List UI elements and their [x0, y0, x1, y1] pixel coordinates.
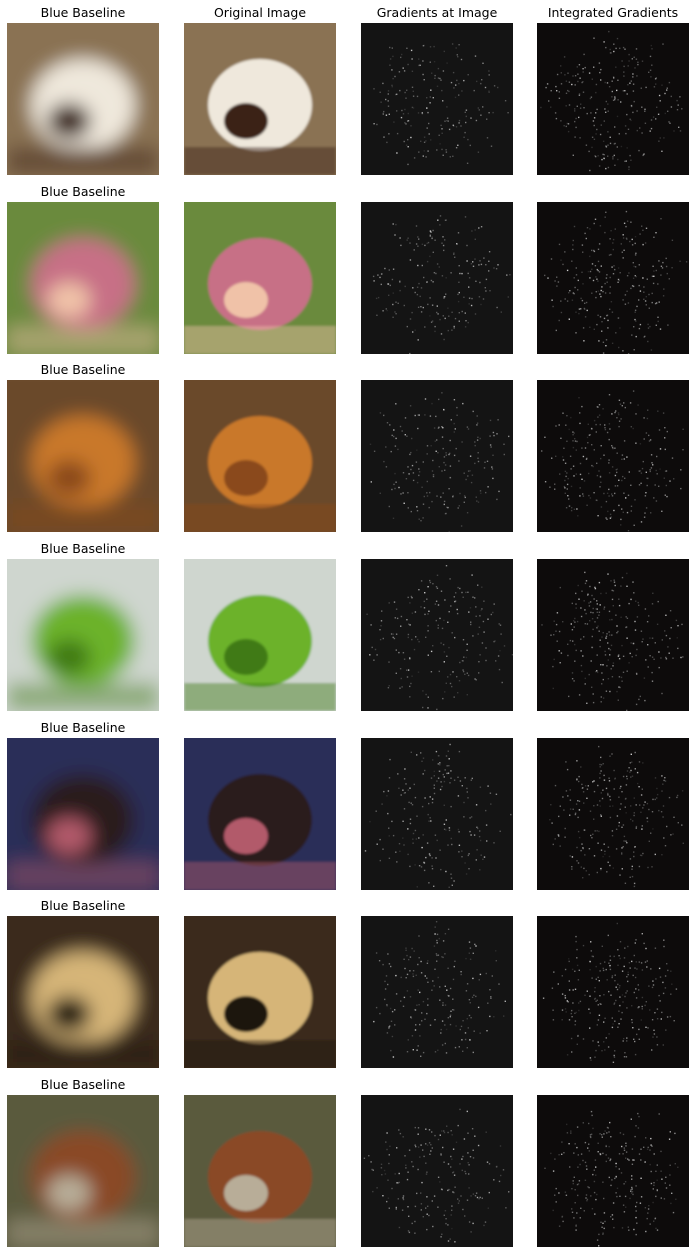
green-apple-gradients-panel — [361, 559, 513, 711]
row-title-blue-baseline-7: Blue Baseline — [40, 1077, 126, 1092]
mushroom-gradients-panel — [361, 1095, 513, 1247]
french-bulldog-original-panel — [184, 738, 336, 890]
boys-at-table-blur-panel — [7, 380, 159, 532]
french-bulldog-blur-panel — [7, 738, 159, 890]
girl-in-bonnet-gradients-panel — [361, 202, 513, 354]
bedroom-blur-panel — [7, 23, 159, 175]
girl-in-bonnet-original-panel — [184, 202, 336, 354]
bedroom-original-panel — [184, 23, 336, 175]
french-bulldog-integrated-panel — [537, 738, 689, 890]
tank-original-panel — [184, 916, 336, 1068]
tank-blur-panel — [7, 916, 159, 1068]
girl-in-bonnet-blur-panel — [7, 202, 159, 354]
green-apple-original-panel — [184, 559, 336, 711]
column-title-original-image: Original Image — [213, 5, 307, 20]
column-title-blue-baseline: Blue Baseline — [40, 5, 126, 20]
column-title-integrated-gradients: Integrated Gradients — [547, 5, 679, 20]
boys-at-table-gradients-panel — [361, 380, 513, 532]
row-title-blue-baseline-3: Blue Baseline — [40, 362, 126, 377]
row-title-blue-baseline-2: Blue Baseline — [40, 184, 126, 199]
girl-in-bonnet-integrated-panel — [537, 202, 689, 354]
row-title-blue-baseline-6: Blue Baseline — [40, 898, 126, 913]
french-bulldog-gradients-panel — [361, 738, 513, 890]
bedroom-gradients-panel — [361, 23, 513, 175]
boys-at-table-integrated-panel — [537, 380, 689, 532]
green-apple-integrated-panel — [537, 559, 689, 711]
row-title-blue-baseline-4: Blue Baseline — [40, 541, 126, 556]
bedroom-integrated-panel — [537, 23, 689, 175]
green-apple-blur-panel — [7, 559, 159, 711]
mushroom-original-panel — [184, 1095, 336, 1247]
mushroom-integrated-panel — [537, 1095, 689, 1247]
tank-integrated-panel — [537, 916, 689, 1068]
row-title-blue-baseline-5: Blue Baseline — [40, 720, 126, 735]
tank-gradients-panel — [361, 916, 513, 1068]
mushroom-blur-panel — [7, 1095, 159, 1247]
column-title-gradients-at-image: Gradients at Image — [376, 5, 498, 20]
boys-at-table-original-panel — [184, 380, 336, 532]
